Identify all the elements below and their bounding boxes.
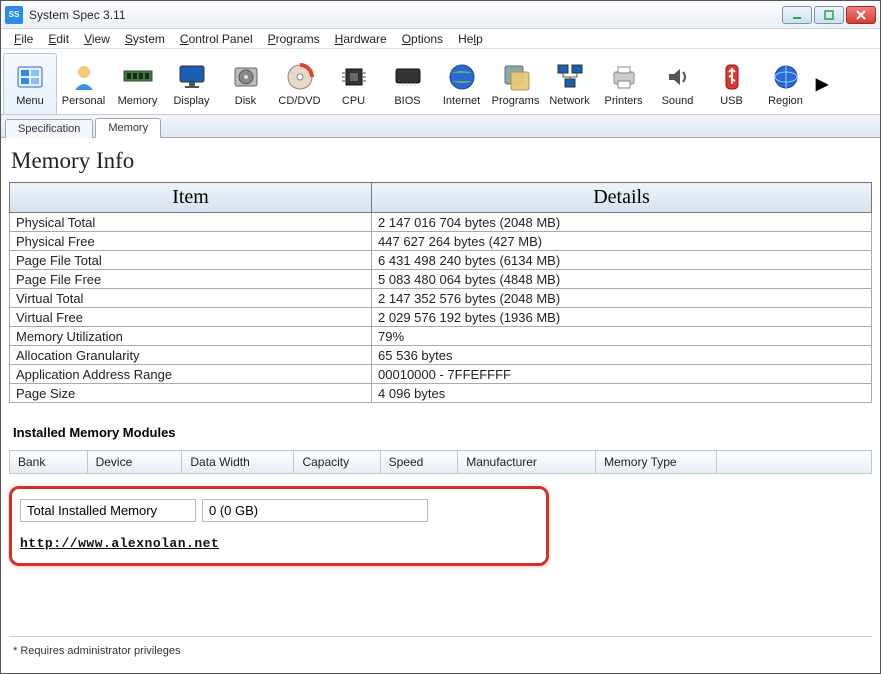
tool-programs[interactable]: Programs	[489, 53, 543, 114]
modules-col-speed[interactable]: Speed	[380, 451, 458, 474]
toolbar-overflow[interactable]: ▶	[813, 53, 831, 114]
tool-region[interactable]: Region	[759, 53, 813, 114]
cpu-icon	[338, 61, 370, 93]
modules-col-bank[interactable]: Bank	[10, 451, 88, 474]
menubar: File Edit View System Control Panel Prog…	[1, 29, 880, 49]
menu-options[interactable]: Options	[395, 30, 450, 48]
modules-col-device[interactable]: Device	[87, 451, 182, 474]
toolbar: Menu Personal Memory Display Disk CD/DVD…	[1, 49, 880, 115]
table-row: Page File Free5 083 480 064 bytes (4848 …	[10, 270, 872, 289]
tool-label: Disk	[235, 95, 256, 107]
tool-bios[interactable]: BIOS	[381, 53, 435, 114]
tool-label: Printers	[605, 95, 643, 107]
tool-label: Sound	[662, 95, 694, 107]
total-installed-input[interactable]	[202, 499, 428, 522]
table-row: Allocation Granularity65 536 bytes	[10, 346, 872, 365]
minimize-button[interactable]	[782, 6, 812, 24]
table-row: Page Size4 096 bytes	[10, 384, 872, 403]
tool-label: CD/DVD	[278, 95, 320, 107]
disk-icon	[230, 61, 262, 93]
menu-help[interactable]: Help	[451, 30, 490, 48]
menu-hardware[interactable]: Hardware	[328, 30, 394, 48]
personal-icon	[68, 61, 100, 93]
menu-view[interactable]: View	[77, 30, 117, 48]
app-window: SS System Spec 3.11 File Edit View Syste…	[0, 0, 881, 674]
menu-controlpanel[interactable]: Control Panel	[173, 30, 260, 48]
highlight-box: Total Installed Memory http://www.alexno…	[9, 486, 549, 566]
tool-label: Memory	[118, 95, 158, 107]
tool-label: Internet	[443, 95, 480, 107]
internet-icon	[446, 61, 478, 93]
table-row: Page File Total6 431 498 240 bytes (6134…	[10, 251, 872, 270]
tab-specification[interactable]: Specification	[5, 119, 93, 138]
cd-icon	[284, 61, 316, 93]
modules-col-capacity[interactable]: Capacity	[294, 451, 380, 474]
bios-icon	[392, 61, 424, 93]
titlebar: SS System Spec 3.11	[1, 1, 880, 29]
table-row: Memory Utilization79%	[10, 327, 872, 346]
tool-label: USB	[720, 95, 743, 107]
tool-disk[interactable]: Disk	[219, 53, 273, 114]
page-title: Memory Info	[9, 144, 872, 182]
tab-memory[interactable]: Memory	[95, 118, 161, 138]
tool-label: CPU	[342, 95, 365, 107]
modules-table: Bank Device Data Width Capacity Speed Ma…	[9, 450, 872, 474]
tool-label: Programs	[492, 95, 540, 107]
table-row: Physical Free447 627 264 bytes (427 MB)	[10, 232, 872, 251]
menu-file[interactable]: File	[7, 30, 40, 48]
installed-modules-section: Installed Memory Modules Bank Device Dat…	[9, 425, 872, 566]
section-title: Installed Memory Modules	[9, 425, 872, 450]
modules-col-manufacturer[interactable]: Manufacturer	[458, 451, 596, 474]
close-button[interactable]	[846, 6, 876, 24]
tool-printers[interactable]: Printers	[597, 53, 651, 114]
menu-system[interactable]: System	[118, 30, 172, 48]
memory-info-table: Item Details Physical Total2 147 016 704…	[9, 182, 872, 403]
printers-icon	[608, 61, 640, 93]
app-icon: SS	[5, 6, 23, 24]
menu-edit[interactable]: Edit	[41, 30, 76, 48]
tool-usb[interactable]: USB	[705, 53, 759, 114]
table-row: Virtual Free2 029 576 192 bytes (1936 MB…	[10, 308, 872, 327]
tool-display[interactable]: Display	[165, 53, 219, 114]
modules-col-memorytype[interactable]: Memory Type	[596, 451, 717, 474]
website-link[interactable]: http://www.alexnolan.net	[20, 536, 538, 551]
tool-label: Menu	[16, 95, 44, 107]
tool-personal[interactable]: Personal	[57, 53, 111, 114]
col-details: Details	[372, 183, 872, 213]
tabs: Specification Memory	[1, 115, 880, 138]
table-row: Physical Total2 147 016 704 bytes (2048 …	[10, 213, 872, 232]
menu-icon	[14, 61, 46, 93]
tool-cpu[interactable]: CPU	[327, 53, 381, 114]
tool-label: Personal	[62, 95, 105, 107]
table-row: Virtual Total2 147 352 576 bytes (2048 M…	[10, 289, 872, 308]
menu-programs[interactable]: Programs	[261, 30, 327, 48]
region-icon	[770, 61, 802, 93]
tool-label: Display	[173, 95, 209, 107]
tool-menu[interactable]: Menu	[3, 53, 57, 114]
content-panel: Memory Info Item Details Physical Total2…	[1, 138, 880, 673]
window-title: System Spec 3.11	[29, 8, 782, 22]
modules-col-datawidth[interactable]: Data Width	[182, 451, 294, 474]
tool-label: Network	[549, 95, 589, 107]
total-installed-label: Total Installed Memory	[20, 499, 196, 522]
modules-col-spacer	[716, 451, 871, 474]
memory-icon	[122, 61, 154, 93]
programs-icon	[500, 61, 532, 93]
tool-memory[interactable]: Memory	[111, 53, 165, 114]
usb-icon	[716, 61, 748, 93]
maximize-button[interactable]	[814, 6, 844, 24]
tool-label: Region	[768, 95, 803, 107]
tool-label: BIOS	[394, 95, 420, 107]
tool-internet[interactable]: Internet	[435, 53, 489, 114]
tool-cd[interactable]: CD/DVD	[273, 53, 327, 114]
tool-network[interactable]: Network	[543, 53, 597, 114]
network-icon	[554, 61, 586, 93]
col-item: Item	[10, 183, 372, 213]
sound-icon	[662, 61, 694, 93]
display-icon	[176, 61, 208, 93]
tool-sound[interactable]: Sound	[651, 53, 705, 114]
table-row: Application Address Range00010000 - 7FFE…	[10, 365, 872, 384]
footer-note: * Requires administrator privileges	[9, 636, 872, 665]
